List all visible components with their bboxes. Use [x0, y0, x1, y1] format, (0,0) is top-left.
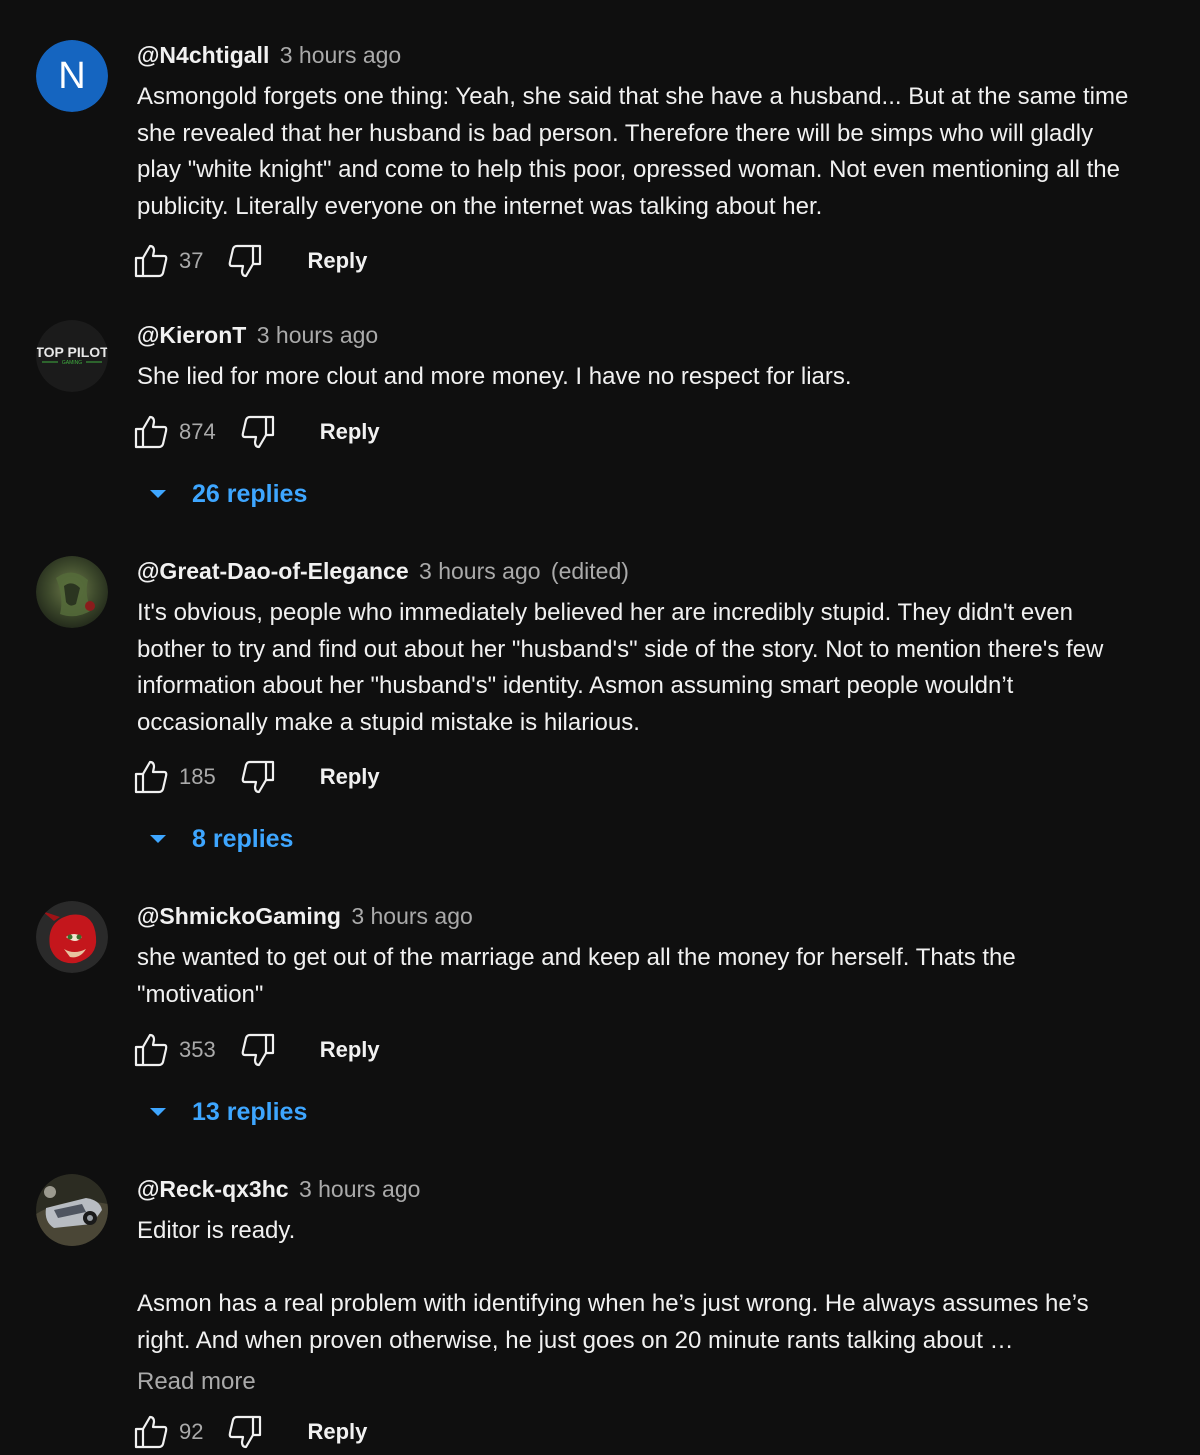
comment-text: Asmongold forgets one thing: Yeah, she s… — [137, 79, 1137, 225]
comment-body: @Great-Dao-of-Elegance 3 hours ago (edit… — [137, 556, 1137, 741]
dislike-icon[interactable] — [227, 1414, 263, 1450]
comment-paragraph: She lied for more clout and more money. … — [137, 363, 852, 390]
comment-header: @Reck-qx3hc 3 hours ago — [137, 1174, 1137, 1204]
author-name[interactable]: @Great-Dao-of-Elegance — [137, 558, 409, 584]
like-icon[interactable] — [133, 1032, 169, 1068]
dislike-icon[interactable] — [227, 243, 263, 279]
replies-count: 8 replies — [192, 824, 294, 853]
timestamp[interactable]: 3 hours ago — [257, 322, 378, 348]
replies-count: 13 replies — [192, 1097, 308, 1126]
like-count: 353 — [179, 1037, 216, 1062]
avatar[interactable] — [36, 556, 108, 628]
view-replies-button[interactable]: 8 replies — [146, 821, 293, 857]
comment-text: It's obvious, people who immediately bel… — [137, 595, 1137, 741]
reply-button[interactable]: Reply — [320, 1037, 380, 1063]
like-count: 874 — [179, 419, 216, 444]
comment-actions: 92 Reply — [133, 1412, 367, 1452]
like-count: 37 — [179, 248, 204, 273]
like-icon[interactable] — [133, 759, 169, 795]
like-count: 185 — [179, 764, 216, 789]
timestamp[interactable]: 3 hours ago — [280, 42, 401, 68]
author-name[interactable]: @Reck-qx3hc — [137, 1176, 289, 1202]
comment-paragraph: she wanted to get out of the marriage an… — [137, 944, 1016, 1008]
replies-count: 26 replies — [192, 479, 308, 508]
comment-paragraph: Asmon has a real problem with identifyin… — [137, 1290, 1089, 1354]
dislike-icon[interactable] — [240, 759, 276, 795]
dislike-icon[interactable] — [240, 1032, 276, 1068]
comment-actions: 185 Reply — [133, 757, 380, 797]
comment-header: @N4chtigall 3 hours ago — [137, 40, 1137, 70]
avatar[interactable]: N — [36, 40, 108, 112]
comment-text: Editor is ready. Asmon has a real proble… — [137, 1213, 1137, 1359]
caret-down-icon — [150, 1108, 166, 1116]
reply-button[interactable]: Reply — [307, 248, 367, 274]
timestamp[interactable]: 3 hours ago — [419, 558, 540, 584]
view-replies-button[interactable]: 26 replies — [146, 476, 307, 512]
like-count: 92 — [179, 1419, 204, 1444]
comment-text: she wanted to get out of the marriage an… — [137, 940, 1137, 1013]
author-name[interactable]: @ShmickoGaming — [137, 903, 341, 929]
read-more-button[interactable]: Read more — [137, 1367, 1137, 1397]
reply-button[interactable]: Reply — [307, 1419, 367, 1445]
reply-button[interactable]: Reply — [320, 764, 380, 790]
author-name[interactable]: @N4chtigall — [137, 42, 269, 68]
like-icon[interactable] — [133, 1414, 169, 1450]
like-icon[interactable] — [133, 414, 169, 450]
timestamp[interactable]: 3 hours ago — [351, 903, 472, 929]
comment-paragraph: It's obvious, people who immediately bel… — [137, 599, 1104, 736]
like-icon[interactable] — [133, 243, 169, 279]
avatar-logo-subtext: GAMING — [62, 360, 82, 366]
avatar[interactable] — [36, 901, 108, 973]
edited-label: (edited) — [550, 558, 629, 584]
comment-body: @Reck-qx3hc 3 hours ago Editor is ready.… — [137, 1174, 1137, 1397]
avatar-logo-text: TOP PILOT — [36, 344, 108, 360]
comment-body: @N4chtigall 3 hours ago Asmongold forget… — [137, 40, 1137, 225]
caret-down-icon — [150, 490, 166, 498]
comment-text: She lied for more clout and more money. … — [137, 359, 1137, 396]
view-replies-button[interactable]: 13 replies — [146, 1094, 307, 1130]
comment-header: @ShmickoGaming 3 hours ago — [137, 901, 1137, 931]
comment-paragraph: Editor is ready. — [137, 1217, 296, 1244]
comment-header: @KieronT 3 hours ago — [137, 320, 1137, 350]
avatar[interactable]: TOP PILOT GAMING — [36, 320, 108, 392]
comment-actions: 353 Reply — [133, 1030, 380, 1070]
avatar-letter: N — [36, 40, 108, 112]
reply-button[interactable]: Reply — [320, 419, 380, 445]
comment-actions: 37 Reply — [133, 241, 367, 281]
comment-body: @KieronT 3 hours ago She lied for more c… — [137, 320, 1137, 396]
dislike-icon[interactable] — [240, 414, 276, 450]
comment-body: @ShmickoGaming 3 hours ago she wanted to… — [137, 901, 1137, 1013]
comment-paragraph: Asmongold forgets one thing: Yeah, she s… — [137, 83, 1129, 220]
caret-down-icon — [150, 835, 166, 843]
author-name[interactable]: @KieronT — [137, 322, 246, 348]
comment-header: @Great-Dao-of-Elegance 3 hours ago (edit… — [137, 556, 1137, 586]
avatar[interactable] — [36, 1174, 108, 1246]
comment-actions: 874 Reply — [133, 412, 380, 452]
timestamp[interactable]: 3 hours ago — [299, 1176, 420, 1202]
